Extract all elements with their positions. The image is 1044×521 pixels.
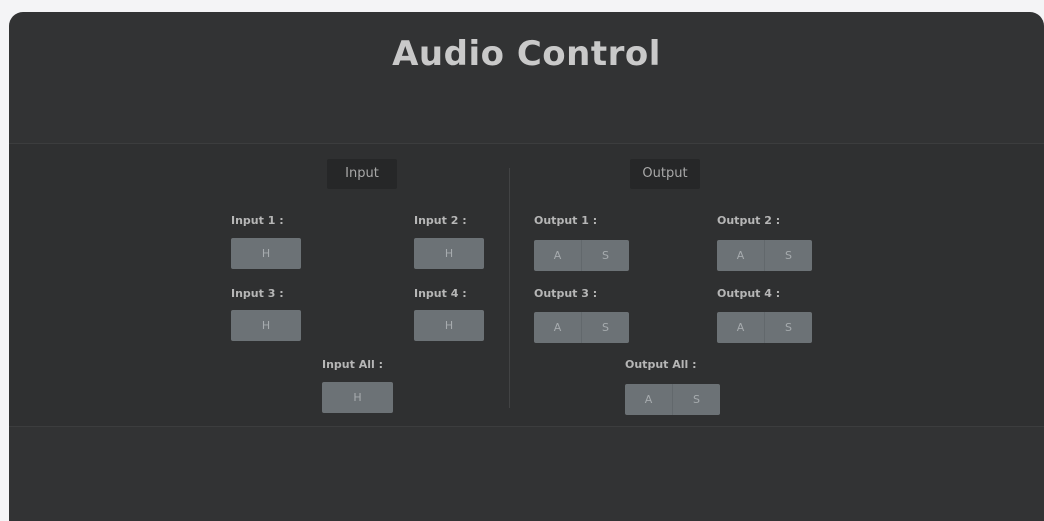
input-2-control: H <box>414 238 484 269</box>
input-3-control: H <box>231 310 301 341</box>
input-1-control: H <box>231 238 301 269</box>
output-2-control: A S <box>717 240 812 271</box>
output-4-a-button[interactable]: A <box>717 312 764 343</box>
input-2-h-button[interactable]: H <box>414 238 484 269</box>
output-all-s-button[interactable]: S <box>672 384 720 415</box>
page-title: Audio Control <box>392 34 661 74</box>
input-1-label: Input 1 : <box>231 214 284 227</box>
output-all-label: Output All : <box>625 358 697 371</box>
output-all-a-button[interactable]: A <box>625 384 672 415</box>
output-1-label: Output 1 : <box>534 214 598 227</box>
input-all-control: H <box>322 382 393 413</box>
output-1-control: A S <box>534 240 629 271</box>
output-header: Output <box>630 159 700 189</box>
input-4-h-button[interactable]: H <box>414 310 484 341</box>
audio-control-panel: Audio Control Input Input 1 : H Input 2 … <box>9 12 1044 521</box>
output-4-label: Output 4 : <box>717 287 781 300</box>
output-3-s-button[interactable]: S <box>581 312 629 343</box>
output-2-label: Output 2 : <box>717 214 781 227</box>
input-1-h-button[interactable]: H <box>231 238 301 269</box>
output-4-s-button[interactable]: S <box>764 312 812 343</box>
input-all-h-button[interactable]: H <box>322 382 393 413</box>
output-1-s-button[interactable]: S <box>581 240 629 271</box>
input-3-label: Input 3 : <box>231 287 284 300</box>
input-3-h-button[interactable]: H <box>231 310 301 341</box>
output-1-a-button[interactable]: A <box>534 240 581 271</box>
output-4-control: A S <box>717 312 812 343</box>
input-2-label: Input 2 : <box>414 214 467 227</box>
control-section <box>9 143 1044 427</box>
section-divider <box>509 168 510 408</box>
input-4-label: Input 4 : <box>414 287 467 300</box>
input-header: Input <box>327 159 397 189</box>
output-2-s-button[interactable]: S <box>764 240 812 271</box>
output-3-a-button[interactable]: A <box>534 312 581 343</box>
output-all-control: A S <box>625 384 720 415</box>
input-all-label: Input All : <box>322 358 383 371</box>
output-2-a-button[interactable]: A <box>717 240 764 271</box>
output-3-label: Output 3 : <box>534 287 598 300</box>
input-4-control: H <box>414 310 484 341</box>
output-3-control: A S <box>534 312 629 343</box>
